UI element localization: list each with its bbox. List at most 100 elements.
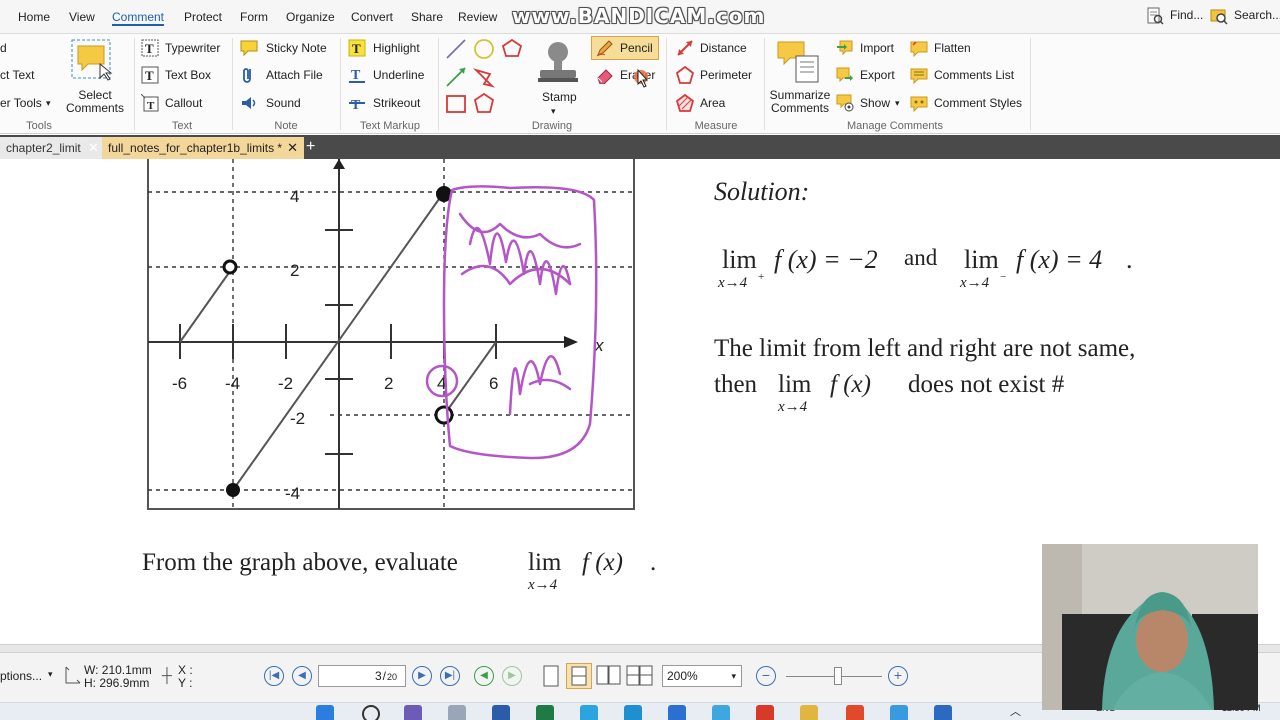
attach-file-button[interactable]: Attach File	[266, 66, 323, 84]
summarize-comments-icon[interactable]	[776, 38, 824, 86]
stamp-button[interactable]: Stamp	[542, 88, 577, 106]
menu-convert[interactable]: Convert	[351, 8, 393, 26]
next-page-button[interactable]: ▶	[412, 666, 432, 686]
menu-comment[interactable]: Comment	[112, 8, 165, 26]
menu-organize[interactable]: Organize	[286, 8, 335, 26]
file-explorer-icon[interactable]	[800, 705, 818, 720]
search-icon[interactable]	[362, 705, 380, 720]
ribbon-divider	[134, 38, 135, 130]
drawing-shapes-grid[interactable]	[444, 38, 528, 118]
find-button[interactable]: Find...	[1170, 8, 1203, 22]
select-comments-icon[interactable]	[70, 38, 114, 82]
search-icon[interactable]	[1210, 7, 1228, 25]
app-icon[interactable]	[934, 705, 952, 720]
previous-page-button[interactable]: ◀	[292, 666, 312, 686]
comments-list-button[interactable]: Comments List	[934, 66, 1014, 84]
x-tick-label: 2	[384, 374, 393, 393]
tab-full-notes-active[interactable]: full_notes_for_chapter1b_limits * ✕	[102, 137, 304, 159]
lim-subscript: x→4	[960, 275, 990, 291]
teams-icon[interactable]	[404, 705, 422, 720]
recording-watermark: www.BANDICAM.com	[512, 4, 766, 28]
ribbon-partial-item-2[interactable]: ct Text	[0, 66, 34, 84]
menu-protect[interactable]: Protect	[184, 8, 222, 26]
back-button[interactable]: ◀	[474, 666, 494, 686]
page-size-icon	[65, 666, 81, 684]
paperclip-icon	[243, 68, 251, 83]
app-icon[interactable]	[712, 705, 730, 720]
comment-styles-button[interactable]: Comment Styles	[934, 94, 1022, 112]
zoom-out-button[interactable]: −	[756, 666, 776, 686]
chevron-up-icon[interactable]: ︿	[1010, 703, 1021, 719]
pencil-button[interactable]: Pencil	[620, 39, 653, 57]
zoom-slider-thumb[interactable]	[834, 667, 842, 685]
sticky-note-icon	[240, 40, 258, 57]
menu-share[interactable]: Share	[411, 8, 443, 26]
perimeter-icon	[676, 66, 694, 84]
lim-expression: f (x)	[830, 371, 871, 398]
word-icon[interactable]	[492, 705, 510, 720]
first-page-button[interactable]: |◀	[264, 666, 284, 686]
close-icon[interactable]: ✕	[287, 137, 298, 159]
edge-icon[interactable]	[624, 705, 642, 720]
perimeter-button[interactable]: Perimeter	[700, 66, 752, 84]
presenter-video-icon	[1042, 544, 1258, 710]
zoom-level-field[interactable]: 200% ▾	[662, 665, 742, 687]
task-view-icon[interactable]	[448, 705, 466, 720]
lim-expression: f (x)	[582, 549, 623, 576]
typewriter-button[interactable]: Typewriter	[165, 39, 220, 57]
stamp-icon[interactable]	[534, 38, 582, 86]
conclusion-line-1: The limit from left and right are not sa…	[714, 335, 1136, 362]
select-comments-button[interactable]: Select Comments	[60, 89, 130, 115]
menu-view[interactable]: View	[69, 8, 95, 26]
continuous-facing-icon[interactable]	[626, 665, 654, 687]
tab-chapter2-limit[interactable]: chapter2_limit	[0, 137, 102, 159]
app-icon[interactable]	[668, 705, 686, 720]
underline-button[interactable]: Underline	[373, 66, 424, 84]
single-page-view-icon[interactable]	[542, 665, 560, 687]
chrome-icon[interactable]	[846, 705, 864, 720]
import-button[interactable]: Import	[860, 39, 894, 57]
sound-button[interactable]: Sound	[266, 94, 301, 112]
sticky-note-button[interactable]: Sticky Note	[266, 39, 327, 57]
textbox-icon: T	[141, 66, 159, 84]
svg-text:T: T	[145, 41, 154, 56]
summarize-comments-button[interactable]: Summarize Comments	[766, 89, 834, 115]
strikeout-button[interactable]: Strikeout	[373, 94, 420, 112]
current-page: 3	[374, 669, 382, 683]
telegram-icon[interactable]	[580, 705, 598, 720]
pdf-editor-icon[interactable]	[756, 705, 774, 720]
facing-view-icon[interactable]	[596, 665, 622, 687]
excel-icon[interactable]	[536, 705, 554, 720]
ribbon-partial-item-1[interactable]: d	[0, 39, 7, 57]
area-button[interactable]: Area	[700, 94, 725, 112]
webcam-overlay	[1042, 544, 1258, 710]
forward-button[interactable]: ▶	[502, 666, 522, 686]
menu-review[interactable]: Review	[458, 8, 497, 26]
zoom-in-button[interactable]: +	[888, 666, 908, 686]
lim-expression: f (x) = 4	[1016, 245, 1103, 274]
close-icon[interactable]: ✕	[88, 137, 99, 159]
ribbon-partial-item-3[interactable]: er Tools	[0, 94, 42, 112]
show-button[interactable]: Show	[860, 94, 890, 112]
distance-button[interactable]: Distance	[700, 39, 747, 57]
windows-start-icon[interactable]	[316, 705, 334, 720]
x-tick-label: -2	[278, 374, 293, 393]
menu-home[interactable]: Home	[18, 8, 50, 26]
chrome-profile-icon[interactable]	[890, 705, 908, 720]
textbox-button[interactable]: Text Box	[165, 66, 211, 84]
group-label-note: Note	[274, 120, 298, 132]
options-button[interactable]: ptions...	[0, 669, 42, 683]
last-page-button[interactable]: ▶|	[440, 666, 460, 686]
highlight-button[interactable]: Highlight	[373, 39, 420, 57]
flatten-button[interactable]: Flatten	[934, 39, 971, 57]
find-icon[interactable]	[1146, 7, 1164, 25]
tab-label: chapter2_limit	[6, 141, 81, 155]
search-button[interactable]: Search...	[1234, 8, 1280, 22]
lim-subscript: x→4	[778, 399, 808, 415]
menu-form[interactable]: Form	[240, 8, 268, 26]
callout-button[interactable]: Callout	[165, 94, 202, 112]
page-number-field[interactable]: 3 / 20	[318, 665, 406, 687]
chevron-down-icon: ▾	[46, 98, 51, 108]
add-tab-icon[interactable]: +	[306, 137, 315, 157]
export-button[interactable]: Export	[860, 66, 895, 84]
